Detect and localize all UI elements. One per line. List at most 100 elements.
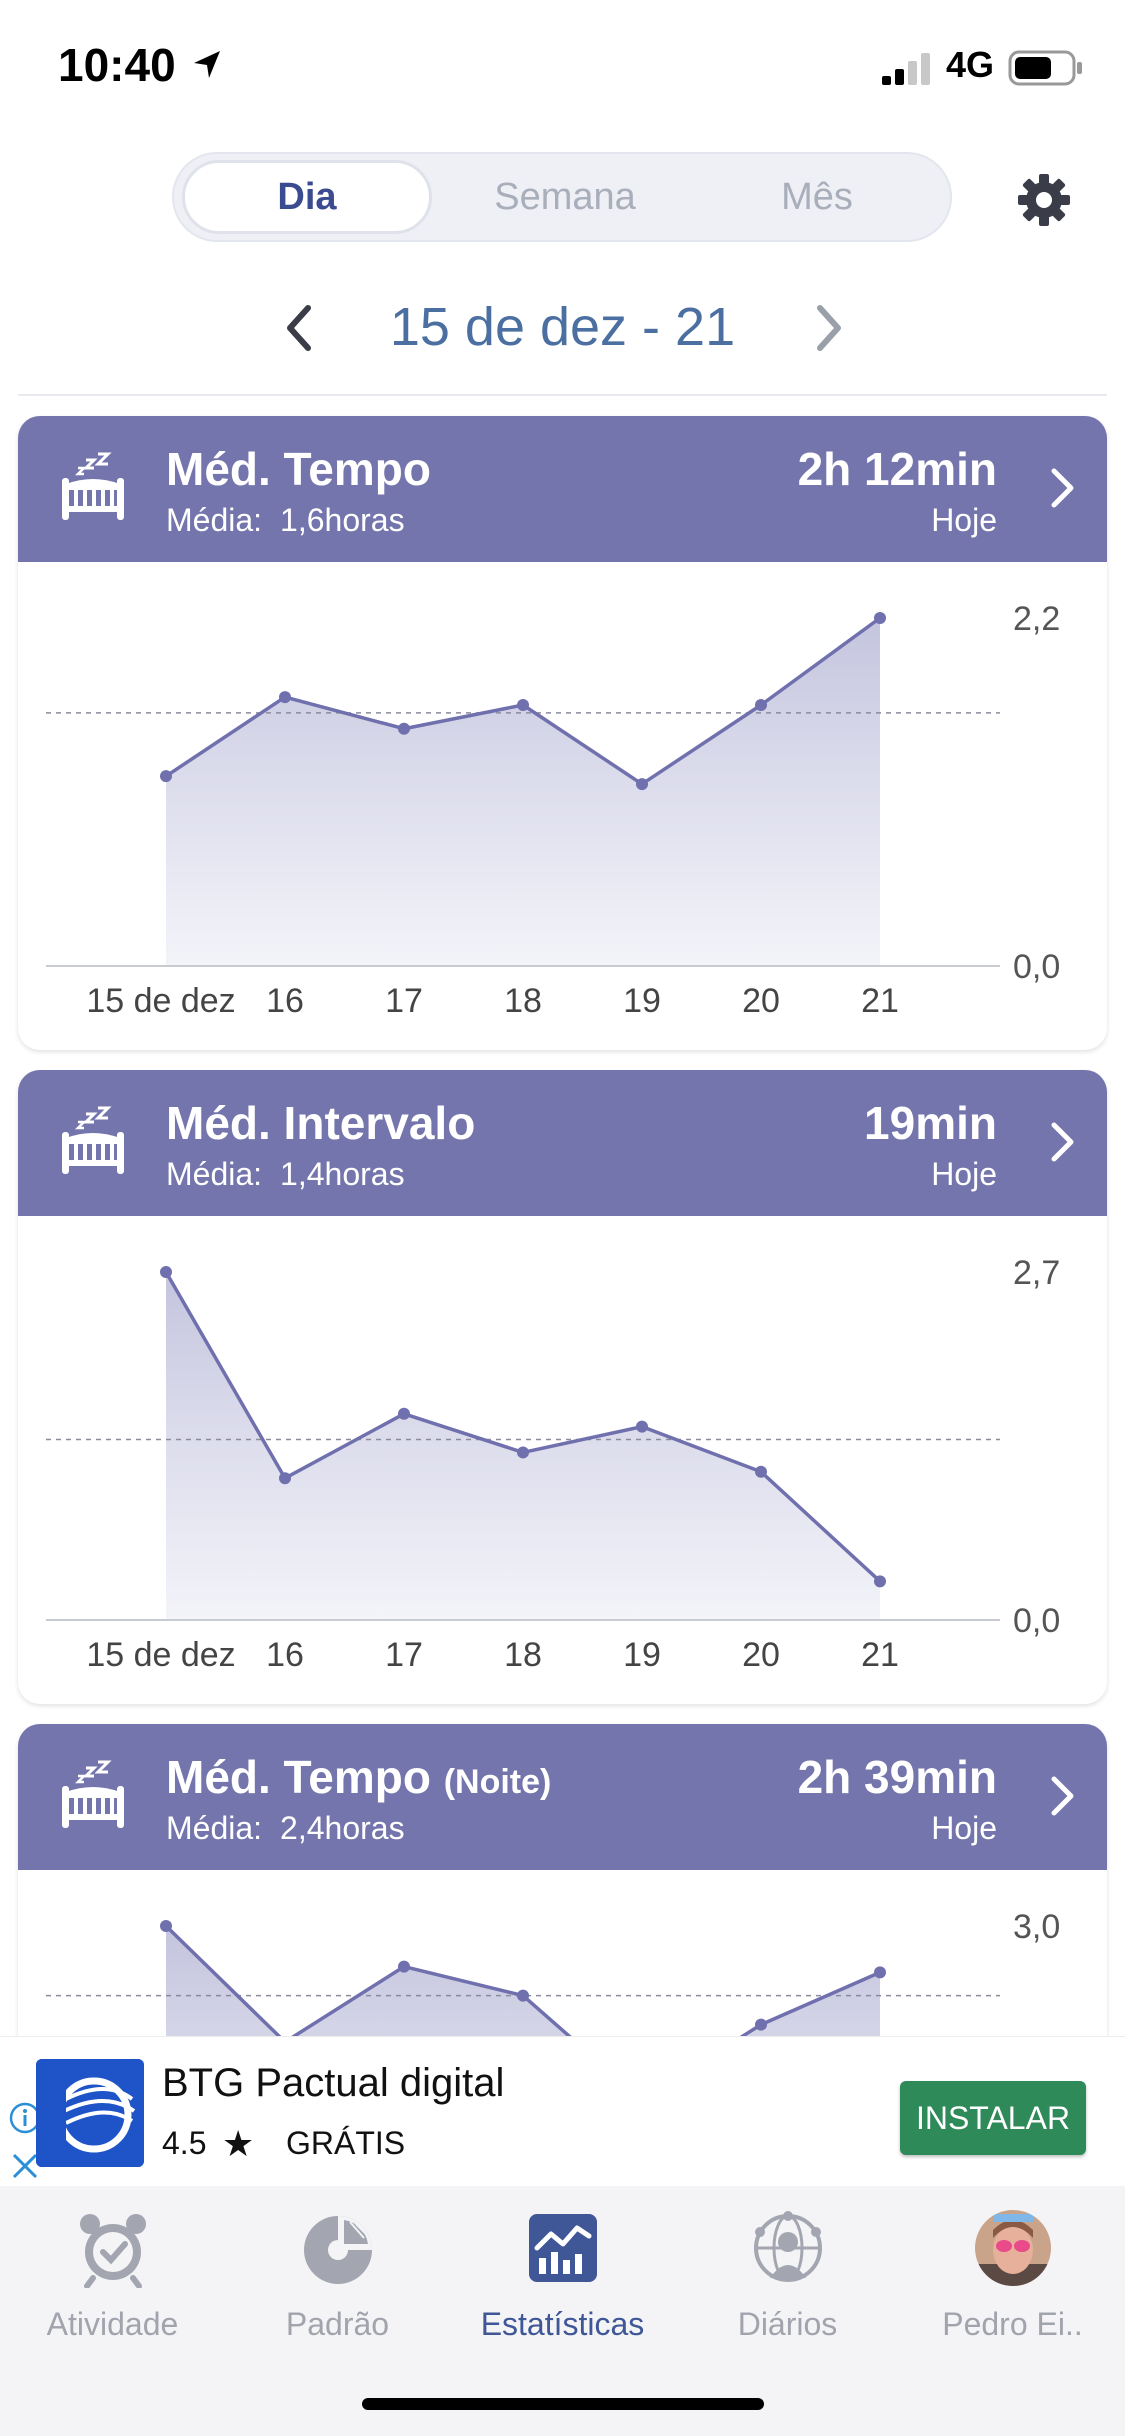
x-axis-tick-label: 18 [504,1636,542,1674]
data-point [398,1407,410,1420]
x-axis-tick-label: 19 [623,1636,661,1674]
data-point [160,1266,172,1278]
crib-sleep-icon [62,1106,124,1174]
x-axis-tick-label: 16 [266,982,304,1020]
x-axis-tick-label: 17 [385,982,423,1020]
divider [18,394,1107,396]
date-range-label: 15 de dez - 21 [389,297,736,357]
location-arrow-icon [194,51,220,78]
y-axis-max-label: 2,2 [1013,600,1060,638]
tab-pattern[interactable]: Padrão [225,2208,450,2343]
x-axis-tick-label: 19 [623,982,661,1020]
data-point [160,1920,172,1932]
card-average: Média: 1,4horas [166,1156,405,1192]
x-axis-tick-label: 21 [861,982,899,1020]
line-area-chart: 2,2 0,0 15 de dez 16 17 18 19 20 21 [46,600,1060,1020]
globe-people-icon [753,2211,822,2282]
data-point [160,770,172,783]
x-axis-tick-label: 20 [742,1636,780,1674]
card-value-subtitle: Hoje [931,1156,997,1192]
segment-month[interactable]: Mês [692,160,942,234]
card-value: 2h 12min [797,443,997,495]
cellular-signal-icon [882,53,930,85]
line-area-chart: 2,7 0,0 15 de dez 16 17 18 19 20 21 [46,1254,1060,1674]
chevron-left-icon[interactable] [282,302,318,354]
chevron-right-icon[interactable] [1047,466,1077,510]
ad-rating: 4.5 [162,2125,207,2161]
card-value-subtitle: Hoje [931,502,997,538]
data-point [279,1472,291,1485]
tab-activity[interactable]: Atividade [0,2208,225,2343]
status-bar: 10:40 4G [0,0,1125,140]
tab-statistics[interactable]: Estatísticas [450,2208,675,2343]
y-axis-min-label: 0,0 [1013,1602,1060,1640]
data-point [517,1446,529,1459]
data-point [517,699,529,711]
segment-day[interactable]: Dia [182,160,432,234]
btg-logo-icon [36,2059,144,2167]
card-header[interactable]: Méd. Tempo Média: 1,6horas 2h 12min Hoje [18,416,1107,562]
tab-diaries[interactable]: Diários [675,2208,900,2343]
tab-profile[interactable]: Pedro Ei.. [900,2208,1125,2343]
data-point [636,1420,648,1433]
data-point [398,722,410,735]
y-axis-max-label: 2,7 [1013,1254,1060,1292]
data-point [517,1989,529,2002]
card-title: Méd. Intervalo [166,1097,476,1149]
install-button[interactable]: INSTALAR [900,2081,1086,2155]
data-point [398,1960,410,1973]
stat-card-avg-interval[interactable]: Méd. Intervalo Média: 1,4horas 19min Hoje… [18,1070,1107,1704]
tab-label: Estatísticas [480,2306,645,2342]
x-axis-tick-label: 15 de dez [86,982,235,1020]
data-point [755,699,767,711]
pie-chart-icon [303,2216,372,2284]
crib-sleep-icon [62,452,124,520]
card-value: 2h 39min [797,1751,997,1803]
date-navigation: 15 de dez - 21 [0,290,1125,370]
area-fill [166,618,880,966]
card-title: Méd. Tempo [166,443,431,495]
home-indicator [362,2398,764,2410]
x-axis-tick-label: 15 de dez [86,1636,235,1674]
data-point [874,1575,886,1588]
y-axis-max-label: 3,0 [1013,1908,1060,1946]
chevron-right-icon[interactable] [1047,1774,1077,1818]
ad-banner[interactable]: BTG Pactual digital 4.5 ★ GRÁTIS INSTALA… [0,2036,1125,2187]
card-value: 19min [864,1097,997,1149]
profile-avatar [974,2210,1051,2286]
segment-week[interactable]: Semana [440,160,690,234]
y-axis-min-label: 0,0 [1013,948,1060,986]
x-axis-tick-label: 20 [742,982,780,1020]
data-point [874,612,886,624]
chevron-right-icon[interactable] [810,302,846,354]
chevron-right-icon[interactable] [1047,1120,1077,1164]
card-average: Média: 1,6horas [166,502,405,538]
x-axis-tick-label: 16 [266,1636,304,1674]
crib-sleep-icon [62,1760,124,1828]
data-point [874,1966,886,1979]
tab-label: Pedro Ei.. [942,2306,1083,2342]
stat-card-avg-time[interactable]: Méd. Tempo Média: 1,6horas 2h 12min Hoje … [18,416,1107,1050]
card-header[interactable]: Méd. Intervalo Média: 1,4horas 19min Hoje [18,1070,1107,1216]
stats-chart-icon [528,2214,597,2282]
x-axis-tick-label: 21 [861,1636,899,1674]
tab-label: Diários [737,2306,838,2342]
x-axis-tick-label: 17 [385,1636,423,1674]
data-point [755,2018,767,2031]
period-segmented-control: Dia Semana Mês [172,152,952,242]
star-icon: ★ [222,2123,255,2164]
data-point [755,1465,767,1478]
ad-price: GRÁTIS [286,2125,406,2161]
battery-icon [1008,50,1082,86]
x-axis-tick-label: 18 [504,982,542,1020]
tab-label: Atividade [46,2306,179,2342]
ad-app-name: BTG Pactual digital [162,2061,505,2105]
card-title: Méd. Tempo (Noite) [166,1751,552,1803]
data-point [636,778,648,791]
network-type: 4G [946,44,995,85]
gear-icon[interactable] [1016,172,1072,228]
tab-label: Padrão [285,2306,390,2342]
card-value-subtitle: Hoje [931,1810,997,1846]
area-fill [166,1272,880,1620]
card-header[interactable]: Méd. Tempo (Noite) Média: 2,4horas 2h 39m… [18,1724,1107,1870]
